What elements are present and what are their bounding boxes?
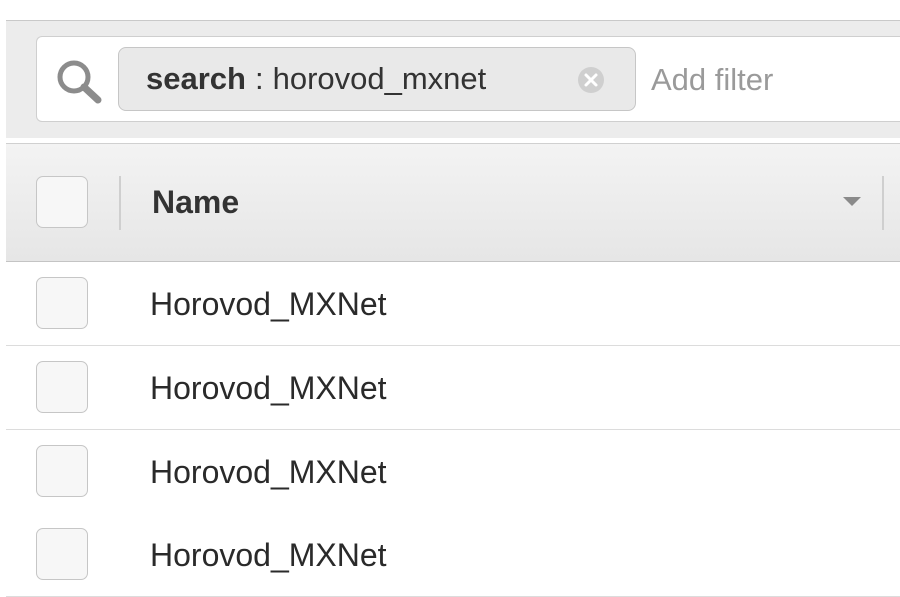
table-row[interactable]: Horovod_MXNet xyxy=(6,262,900,346)
column-divider[interactable] xyxy=(882,176,884,230)
search-box[interactable]: search : horovod_mxnet xyxy=(36,36,900,122)
table-row[interactable]: Horovod_MXNet xyxy=(6,430,900,514)
filter-token-value: horovod_mxnet xyxy=(272,61,487,96)
search-icon xyxy=(54,57,104,105)
search-filter-token[interactable]: search : horovod_mxnet xyxy=(118,47,636,111)
table-header: Name xyxy=(6,143,900,262)
select-all-checkbox[interactable] xyxy=(36,176,88,228)
row-checkbox[interactable] xyxy=(36,528,88,580)
table-row[interactable]: Horovod_MXNet xyxy=(6,346,900,430)
row-checkbox[interactable] xyxy=(36,445,88,497)
row-name: Horovod_MXNet xyxy=(150,286,387,322)
filter-token-key: search xyxy=(146,61,246,96)
add-filter-input[interactable] xyxy=(651,61,891,99)
row-name: Horovod_MXNet xyxy=(150,370,387,406)
row-name: Horovod_MXNet xyxy=(150,537,387,573)
table-row[interactable]: Horovod_MXNet xyxy=(6,513,900,597)
resource-list-panel: search : horovod_mxnet Name Horovod_MX xyxy=(0,0,900,597)
row-checkbox[interactable] xyxy=(36,361,88,413)
filter-bar: search : horovod_mxnet xyxy=(6,20,900,138)
name-column-header[interactable]: Name xyxy=(152,184,239,221)
filter-token-separator: : xyxy=(254,61,264,96)
caret-down-icon[interactable] xyxy=(843,197,861,206)
close-circle-icon[interactable] xyxy=(576,65,606,95)
row-checkbox[interactable] xyxy=(36,277,88,329)
row-name: Horovod_MXNet xyxy=(150,454,387,490)
column-divider xyxy=(119,176,121,230)
